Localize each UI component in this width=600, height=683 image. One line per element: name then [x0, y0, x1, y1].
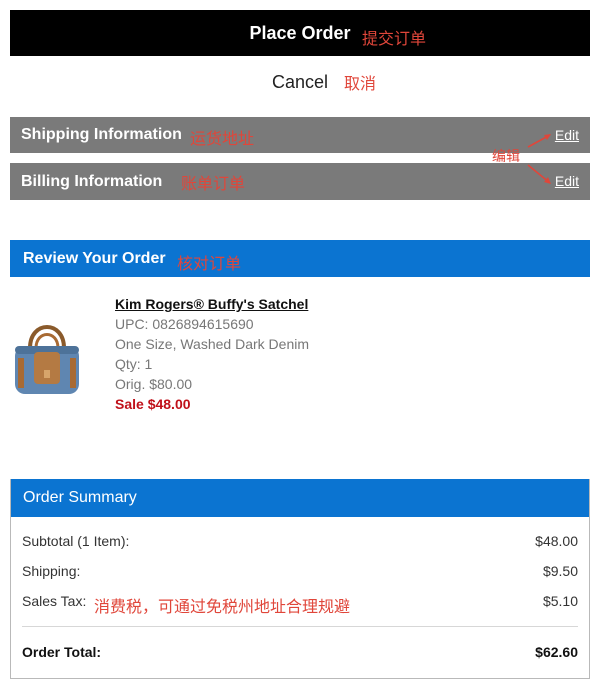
subtotal-value: $48.00 [535, 533, 578, 549]
order-total-row: Order Total: $62.60 [22, 644, 578, 660]
item-sale-price: Sale $48.00 [115, 396, 191, 412]
shipping-annotation: 运货地址 [190, 129, 255, 148]
place-order-label: Place Order [249, 23, 351, 43]
item-variant: One Size, Washed Dark Denim [115, 336, 309, 352]
shipping-cost-value: $9.50 [542, 563, 578, 579]
review-order-bar: Review Your Order [10, 240, 590, 277]
order-summary-box: Subtotal (1 Item): $48.00 Shipping: $9.5… [10, 479, 590, 679]
sales-tax-label: Sales Tax: [22, 593, 87, 609]
review-annotation: 核对订单 [177, 254, 242, 273]
order-item: Kim Rogers® Buffy's Satchel UPC: 0826894… [115, 294, 309, 414]
place-order-annotation: 提交订单 [362, 29, 427, 48]
billing-annotation: 账单订单 [181, 174, 246, 193]
billing-information-title: Billing Information [21, 173, 163, 190]
review-order-title: Review Your Order [23, 250, 166, 267]
item-qty: Qty: 1 [115, 356, 153, 372]
subtotal-row: Subtotal (1 Item): $48.00 [22, 533, 578, 549]
item-name-link[interactable]: Kim Rogers® Buffy's Satchel [115, 294, 309, 314]
edit-annotation: 编辑 [492, 149, 520, 165]
item-orig-price: Orig. $80.00 [115, 376, 193, 392]
order-total-value: $62.60 [535, 644, 578, 660]
annotation-arrows-icon [527, 134, 551, 184]
cancel-link[interactable]: Cancel [0, 68, 600, 96]
shipping-information-title: Shipping Information [21, 126, 182, 143]
place-order-button[interactable]: Place Order [10, 10, 590, 56]
summary-divider [22, 626, 578, 627]
item-upc: UPC: 0826894615690 [115, 316, 254, 332]
shipping-row: Shipping: $9.50 [22, 563, 578, 579]
cancel-label: Cancel [271, 72, 329, 92]
subtotal-label: Subtotal (1 Item): [22, 533, 130, 549]
satchel-product-image[interactable] [12, 318, 82, 402]
shipping-cost-label: Shipping: [22, 563, 81, 579]
sales-tax-annotation: 消费税，可通过免税州地址合理规避 [94, 597, 351, 616]
cancel-annotation: 取消 [344, 74, 377, 93]
billing-information-bar: Billing Information Edit [10, 163, 590, 200]
sales-tax-value: $5.10 [542, 593, 578, 609]
order-total-label: Order Total: [22, 644, 102, 660]
